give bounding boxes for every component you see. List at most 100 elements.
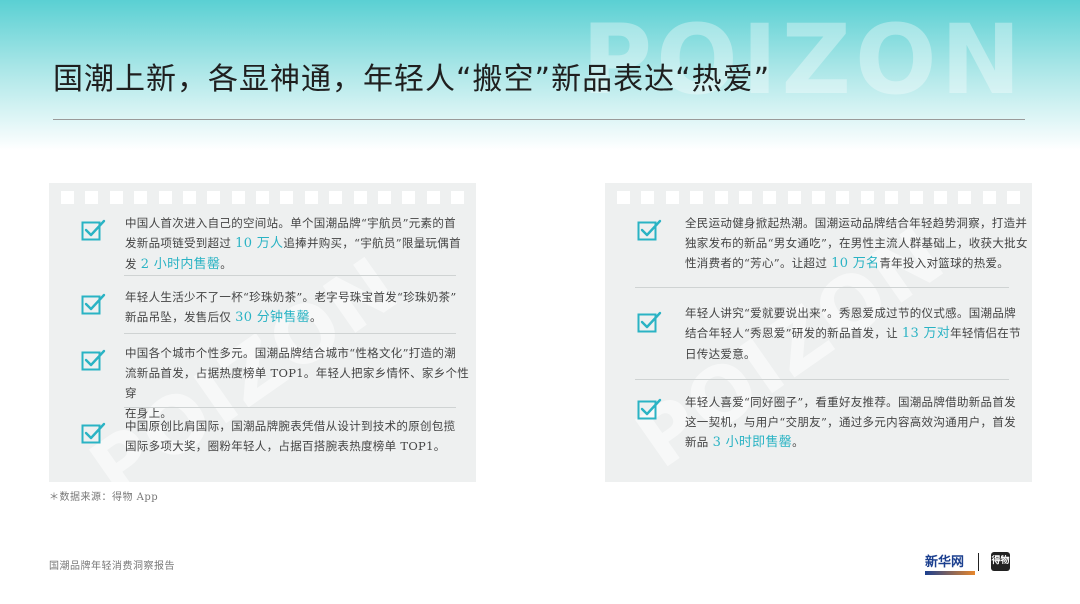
film-hole bbox=[451, 191, 464, 204]
line-text: 中国各个城市个性多元。国潮品牌结合城市“性格文化”打造的潮 bbox=[125, 346, 456, 360]
line-text: 全民运动健身掀起热潮。国潮运动品牌结合年轻趋势洞察，打造并 bbox=[685, 216, 1028, 230]
film-hole bbox=[304, 191, 318, 204]
film-hole bbox=[426, 191, 440, 204]
film-hole bbox=[256, 191, 269, 204]
film-strip-holes bbox=[617, 191, 1020, 205]
line-text: 年轻人生活少不了一杯“珍珠奶茶”。老字号珠宝首发“珍珠奶茶” bbox=[125, 290, 457, 304]
film-hole bbox=[182, 191, 196, 204]
item-line: 新品吊坠，发售后仅 30 分钟售罄。 bbox=[125, 307, 457, 328]
film-hole bbox=[617, 191, 630, 204]
page-title: 国潮上新，各显神通，年轻人“搬空”新品表达“热爱” bbox=[53, 62, 771, 97]
film-hole bbox=[909, 191, 923, 204]
item-divider bbox=[124, 275, 456, 276]
film-hole bbox=[61, 191, 74, 204]
logo-divider bbox=[978, 553, 979, 571]
film-hole bbox=[158, 191, 172, 204]
film-hole bbox=[665, 191, 679, 204]
line-text: 国际多项大奖，圈粉年轻人，占据百搭腕表热度榜单 TOP1。 bbox=[125, 439, 446, 453]
line-text: 。 bbox=[220, 257, 233, 271]
line-text: 日传达爱意。 bbox=[685, 347, 756, 361]
film-hole bbox=[690, 191, 704, 204]
film-hole bbox=[641, 191, 655, 204]
left-panel: POIZON 中国人首次进入自己的空间站。单个国潮品牌“宇航员”元素的首 发新品项… bbox=[49, 183, 476, 482]
check-box-icon bbox=[81, 422, 106, 444]
film-hole bbox=[207, 191, 221, 204]
line-text: 年轻人讲究“爱就要说出来”。秀恩爱成过节的仪式感。国潮品牌 bbox=[685, 306, 1016, 320]
line-text: 青年投入对篮球的热爱。 bbox=[879, 256, 1010, 270]
film-hole bbox=[280, 191, 294, 204]
film-hole bbox=[329, 191, 343, 204]
line-text: 年轻人喜爱“同好圈子”，看重好友推荐。国潮品牌借助新品首发 bbox=[685, 395, 1016, 409]
item-text: 中国原创比肩国际，国潮品牌腕表凭借从设计到技术的原创包揽 国际多项大奖，圈粉年轻人… bbox=[125, 416, 455, 456]
line-text: 发 bbox=[125, 257, 141, 271]
item-line: 国际多项大奖，圈粉年轻人，占据百搭腕表热度榜单 TOP1。 bbox=[125, 436, 455, 456]
check-box-icon bbox=[637, 219, 662, 241]
highlight-figure: 10 万名 bbox=[831, 256, 880, 271]
film-hole bbox=[231, 191, 245, 204]
film-hole bbox=[714, 191, 728, 204]
highlight-figure: 30 分钟售罄 bbox=[235, 310, 310, 325]
check-box-svg bbox=[81, 219, 106, 241]
line-text: 新品 bbox=[685, 435, 713, 449]
film-hole bbox=[885, 191, 899, 204]
right-panel: POIZON 全民运动健身掀起热潮。国潮运动品牌结合年轻趋势洞察，打造并 独家发布… bbox=[605, 183, 1032, 482]
film-hole bbox=[377, 191, 391, 204]
xinhuanet-logo-wave bbox=[925, 571, 975, 575]
line-text: 性消费者的“芳心”。让超过 bbox=[685, 256, 832, 270]
item-text: 中国人首次进入自己的空间站。单个国潮品牌“宇航员”元素的首 发新品项链受到超过 1… bbox=[125, 213, 461, 275]
item-line: 新品 3 小时即售罄。 bbox=[685, 432, 1016, 453]
line-text: 中国原创比肩国际，国潮品牌腕表凭借从设计到技术的原创包揽 bbox=[125, 419, 456, 433]
film-hole bbox=[738, 191, 752, 204]
data-source-note: ＊数据来源：得物 App bbox=[49, 492, 159, 503]
film-hole bbox=[85, 191, 99, 204]
footer-report-name: 国潮品牌年轻消费洞察报告 bbox=[49, 561, 175, 572]
film-hole bbox=[860, 191, 874, 204]
item-text: 中国各个城市个性多元。国潮品牌结合城市“性格文化”打造的潮流新品首发，占据热度榜… bbox=[125, 343, 476, 423]
item-line: 发 2 小时内售罄。 bbox=[125, 254, 461, 275]
line-text: 追捧并购买，“宇航员”限量玩偶首 bbox=[283, 236, 461, 250]
film-hole bbox=[982, 191, 996, 204]
xinhuanet-logo-text: 新华网 bbox=[925, 555, 965, 570]
check-box-icon bbox=[637, 311, 662, 333]
item-line: 中国各个城市个性多元。国潮品牌结合城市“性格文化”打造的潮 bbox=[125, 343, 476, 363]
film-hole bbox=[402, 191, 416, 204]
film-hole bbox=[109, 191, 123, 204]
line-text: 。 bbox=[792, 435, 804, 449]
line-text: 发新品项链受到超过 bbox=[125, 236, 236, 250]
item-line: 性消费者的“芳心”。让超过 10 万名青年投入对篮球的热爱。 bbox=[685, 253, 1028, 274]
item-line: 年轻人讲究“爱就要说出来”。秀恩爱成过节的仪式感。国潮品牌 bbox=[685, 303, 1021, 323]
check-box-icon bbox=[81, 293, 106, 315]
check-box-svg bbox=[81, 293, 106, 315]
xinhuanet-logo: 新华网 bbox=[925, 551, 975, 575]
item-line: 流新品首发，占据热度榜单 TOP1。年轻人把家乡情怀、家乡个性穿 bbox=[125, 363, 476, 403]
item-line: 中国人首次进入自己的空间站。单个国潮品牌“宇航员”元素的首 bbox=[125, 213, 461, 233]
item-line: 年轻人生活少不了一杯“珍珠奶茶”。老字号珠宝首发“珍珠奶茶” bbox=[125, 287, 457, 307]
check-box-icon bbox=[81, 349, 106, 371]
check-box-svg bbox=[81, 422, 106, 444]
line-text: 新品吊坠，发售后仅 bbox=[125, 310, 236, 324]
item-line: 发新品项链受到超过 10 万人追捧并购买，“宇航员”限量玩偶首 bbox=[125, 233, 461, 254]
check-box-icon bbox=[81, 219, 106, 241]
film-hole bbox=[1007, 191, 1020, 204]
item-line: 这一契机，与用户“交朋友”，通过多元内容高效沟通用户，首发 bbox=[685, 412, 1016, 432]
highlight-figure: 13 万对 bbox=[901, 326, 951, 341]
item-text: 全民运动健身掀起热潮。国潮运动品牌结合年轻趋势洞察，打造并 独家发布的新品“男女通… bbox=[685, 213, 1028, 274]
check-box-svg bbox=[637, 219, 662, 241]
check-box-svg bbox=[81, 349, 106, 371]
film-hole bbox=[134, 191, 148, 204]
item-divider bbox=[635, 287, 1009, 288]
highlight-figure: 10 万人 bbox=[235, 236, 284, 251]
highlight-figure: 2 小时内售罄 bbox=[140, 257, 221, 272]
item-divider bbox=[635, 379, 1009, 380]
check-box-svg bbox=[637, 311, 662, 333]
item-text: 年轻人生活少不了一杯“珍珠奶茶”。老字号珠宝首发“珍珠奶茶” 新品吊坠，发售后仅 … bbox=[125, 287, 457, 328]
film-hole bbox=[958, 191, 972, 204]
item-line: 中国原创比肩国际，国潮品牌腕表凭借从设计到技术的原创包揽 bbox=[125, 416, 455, 436]
film-hole bbox=[787, 191, 801, 204]
film-hole bbox=[353, 191, 367, 204]
film-hole bbox=[763, 191, 777, 204]
highlight-figure: 3 小时即售罄 bbox=[712, 435, 793, 450]
line-text: 中国人首次进入自己的空间站。单个国潮品牌“宇航员”元素的首 bbox=[125, 216, 456, 230]
line-text: 这一契机，与用户“交朋友”，通过多元内容高效沟通用户，首发 bbox=[685, 415, 1016, 429]
item-divider bbox=[124, 333, 456, 334]
